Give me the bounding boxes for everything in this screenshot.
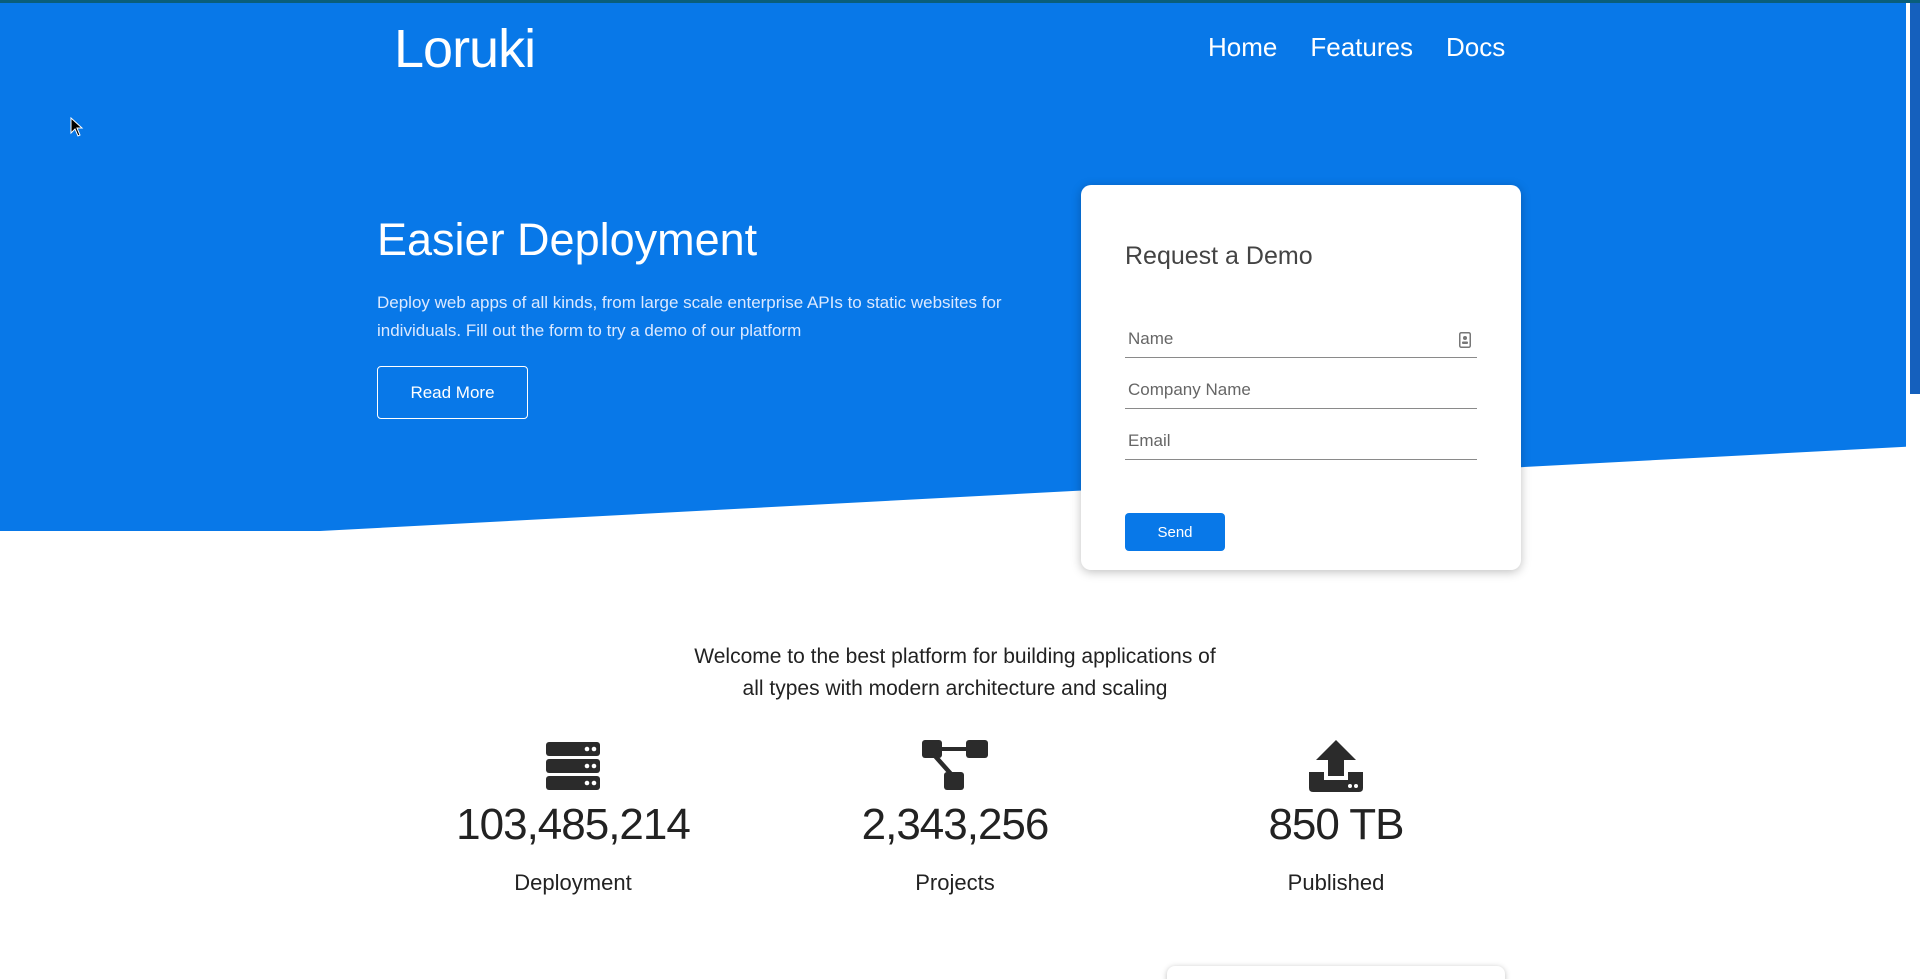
logo[interactable]: Loruki	[394, 18, 536, 80]
hero-description: Deploy web apps of all kinds, from large…	[377, 293, 1002, 340]
company-field-wrapper	[1125, 375, 1477, 409]
upload-icon	[1309, 740, 1363, 792]
name-field-wrapper	[1125, 324, 1477, 358]
stat-deployment: 103,485,214 Deployment	[413, 738, 733, 896]
nav-link-docs[interactable]: Docs	[1446, 32, 1505, 63]
hero-background	[0, 0, 1920, 531]
welcome-text: Welcome to the best platform for buildin…	[694, 645, 1216, 700]
page: Loruki Home Features Docs Easier Deploym…	[0, 0, 1920, 979]
next-section-card	[1167, 966, 1505, 979]
mouse-cursor-icon	[70, 117, 84, 137]
main-nav: Home Features Docs	[1208, 32, 1505, 63]
stat-projects: 2,343,256 Projects	[795, 738, 1115, 896]
project-diagram-icon	[922, 740, 988, 790]
stat-label: Deployment	[514, 870, 632, 895]
nav-link-home[interactable]: Home	[1208, 32, 1277, 63]
send-button[interactable]: Send	[1125, 513, 1225, 551]
name-input[interactable]	[1125, 324, 1448, 354]
read-more-button[interactable]: Read More	[377, 366, 528, 419]
stat-label: Projects	[915, 870, 995, 895]
stat-label: Published	[1287, 870, 1385, 895]
hero-title: Easier Deployment	[377, 214, 758, 265]
nav-link-features[interactable]: Features	[1310, 32, 1413, 63]
stat-published: 850 TB Published	[1176, 738, 1496, 896]
company-name-input[interactable]	[1125, 375, 1448, 405]
email-input[interactable]	[1125, 426, 1448, 456]
stat-value: 103,485,214	[456, 800, 691, 849]
contact-card-icon[interactable]	[1459, 332, 1471, 348]
demo-request-card: Request a Demo Send	[1081, 185, 1521, 570]
top-border	[0, 0, 1920, 3]
scrollbar-thumb[interactable]	[1910, 0, 1920, 394]
form-title: Request a Demo	[1125, 242, 1313, 270]
email-field-wrapper	[1125, 426, 1477, 460]
server-icon	[546, 742, 600, 790]
stat-value: 850 TB	[1268, 800, 1404, 849]
stat-value: 2,343,256	[861, 800, 1050, 849]
